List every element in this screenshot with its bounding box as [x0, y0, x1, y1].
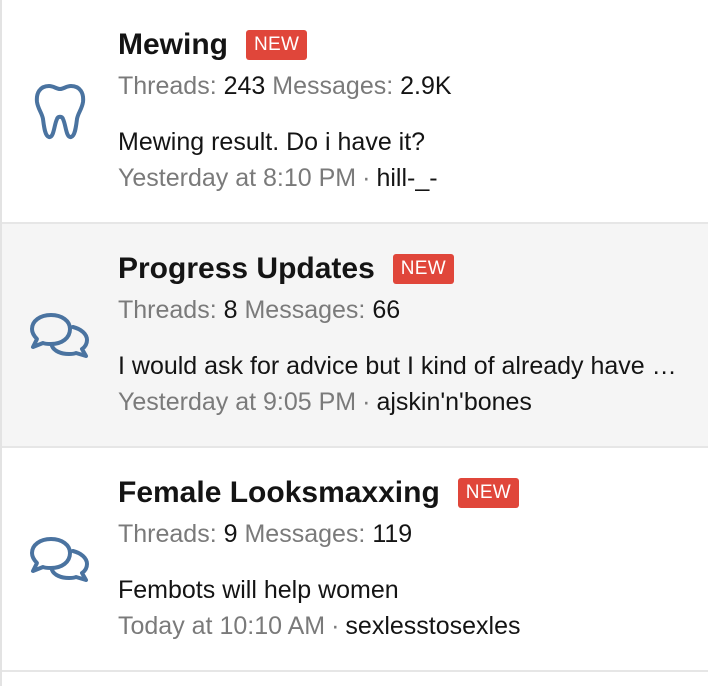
forum-title-link[interactable]: Female Looksmaxxing: [118, 476, 440, 510]
threads-label: Threads:: [118, 296, 217, 324]
forum-icon-container: [2, 0, 118, 222]
forum-stats: Threads: 8 Messages: 66: [118, 294, 708, 326]
forum-main: Mewing NEW Threads: 243 Messages: 2.9K M…: [118, 0, 708, 222]
latest-post: I would ask for advice but I kind of alr…: [118, 350, 708, 382]
new-badge: NEW: [392, 254, 454, 284]
forum-node-mewing: Mewing NEW Threads: 243 Messages: 2.9K M…: [2, 0, 708, 224]
messages-count: 119: [372, 520, 413, 548]
messages-label: Messages:: [272, 72, 394, 100]
forum-node-female-looksmaxxing: Female Looksmaxxing NEW Threads: 9 Messa…: [2, 448, 708, 672]
forum-title-row: Female Looksmaxxing NEW: [118, 474, 708, 512]
threads-count: 8: [223, 296, 238, 324]
threads-count: 243: [223, 72, 266, 100]
speech-bubbles-icon: [30, 313, 89, 358]
speech-bubbles-icon: [30, 537, 89, 582]
latest-meta: Today at 10:10 AM · sexlesstosexles: [118, 606, 708, 646]
forum-main: Female Looksmaxxing NEW Threads: 9 Messa…: [118, 448, 708, 670]
latest-thread-link[interactable]: Mewing result. Do i have it?: [118, 126, 688, 158]
forum-icon-container: [2, 448, 118, 670]
latest-meta: Yesterday at 9:05 PM · ajskin'n'bones: [118, 382, 708, 422]
new-badge: NEW: [246, 30, 308, 60]
messages-count: 2.9K: [400, 72, 452, 100]
forum-node-progress-updates: Progress Updates NEW Threads: 8 Messages…: [2, 224, 708, 448]
latest-post: Mewing result. Do i have it?: [118, 126, 708, 158]
latest-meta: Yesterday at 8:10 PM · hill-_-: [118, 158, 708, 198]
latest-thread-link[interactable]: I would ask for advice but I kind of alr…: [118, 350, 688, 382]
latest-user-link[interactable]: ajskin'n'bones: [376, 388, 531, 416]
tooth-icon: [34, 84, 86, 139]
forum-icon-container: [2, 224, 118, 446]
threads-label: Threads:: [118, 72, 217, 100]
meta-separator: ·: [362, 164, 371, 192]
forum-stats: Threads: 9 Messages: 119: [118, 518, 708, 550]
forum-stats: Threads: 243 Messages: 2.9K: [118, 70, 708, 102]
forum-title-link[interactable]: Mewing: [118, 28, 228, 62]
forum-main: Progress Updates NEW Threads: 8 Messages…: [118, 224, 708, 446]
forum-title-row: Progress Updates NEW: [118, 250, 708, 288]
messages-label: Messages:: [244, 520, 366, 548]
latest-date[interactable]: Yesterday at 9:05 PM: [118, 388, 356, 416]
meta-separator: ·: [331, 612, 340, 640]
latest-post: Fembots will help women: [118, 574, 708, 606]
forum-node-list: Mewing NEW Threads: 243 Messages: 2.9K M…: [0, 0, 708, 686]
latest-user-link[interactable]: hill-_-: [376, 164, 437, 192]
latest-user-link[interactable]: sexlesstosexles: [345, 612, 520, 640]
threads-count: 9: [223, 520, 238, 548]
messages-label: Messages:: [244, 296, 366, 324]
latest-thread-link[interactable]: Fembots will help women: [118, 574, 688, 606]
meta-separator: ·: [362, 388, 371, 416]
new-badge: NEW: [457, 478, 520, 508]
latest-date[interactable]: Yesterday at 8:10 PM: [118, 164, 356, 192]
threads-label: Threads:: [118, 520, 217, 548]
forum-title-link[interactable]: Progress Updates: [118, 252, 375, 286]
latest-date[interactable]: Today at 10:10 AM: [118, 612, 325, 640]
forum-title-row: Mewing NEW: [118, 26, 708, 64]
messages-count: 66: [372, 296, 401, 324]
